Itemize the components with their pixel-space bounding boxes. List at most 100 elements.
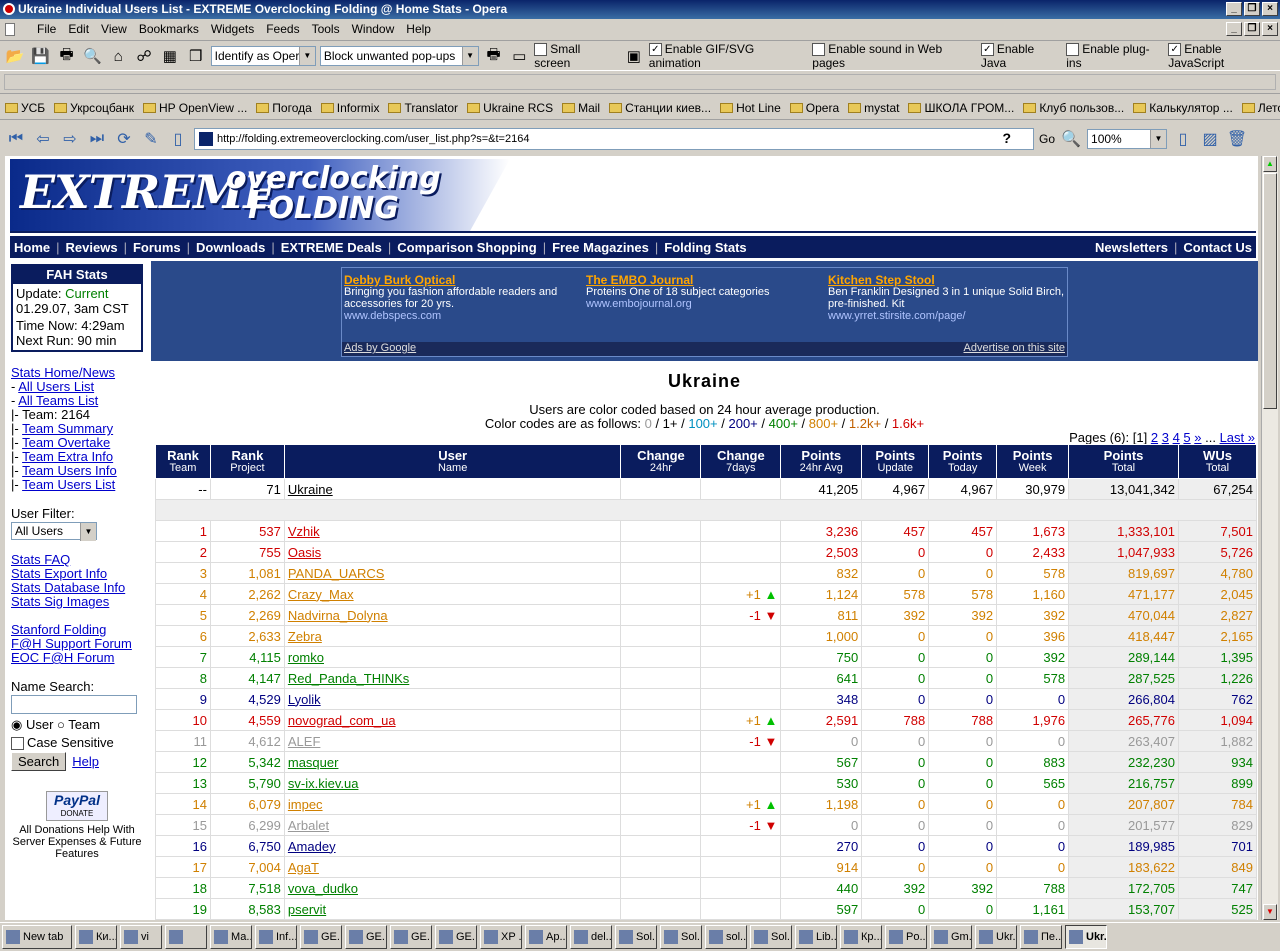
user-name-cell[interactable]: Nadvirna_Dolyna xyxy=(283,604,622,626)
user-name-link[interactable]: sv-ix.kiev.ua xyxy=(288,776,359,791)
gif-option[interactable]: ✓ Enable GIF/SVG animation xyxy=(648,42,808,70)
user-filter-select[interactable]: All Users ▼ xyxy=(11,522,97,541)
user-name-link[interactable]: Oasis xyxy=(288,545,321,560)
user-name-link[interactable]: pservit xyxy=(288,902,326,917)
sidebar-link[interactable]: Team Summary xyxy=(22,421,113,436)
bookmark-item[interactable]: mystat xyxy=(848,101,899,115)
site-nav-newsletters[interactable]: Newsletters xyxy=(1095,240,1168,255)
user-name-link[interactable]: Arbalet xyxy=(288,818,329,833)
scroll-thumb[interactable] xyxy=(1263,173,1277,409)
bookmark-item[interactable]: Укрсоцбанк xyxy=(54,101,134,115)
user-name-cell[interactable]: Red_Panda_THINKs xyxy=(283,667,622,689)
hotlist-icon[interactable]: ☍ xyxy=(133,45,155,67)
column-header[interactable]: Points Total xyxy=(1068,444,1179,479)
ad-url[interactable]: www.yrret.stirsite.com/page/ xyxy=(828,310,1066,322)
mdi-minimize-button[interactable]: _ xyxy=(1226,22,1242,36)
user-name-cell[interactable]: Zebra xyxy=(283,625,622,647)
user-name-link[interactable]: novograd_com_ua xyxy=(288,713,396,728)
page-link[interactable]: 2 xyxy=(1151,430,1158,445)
help-link[interactable]: Help xyxy=(72,754,99,769)
column-header[interactable]: Points Today xyxy=(928,444,998,479)
bookmark-item[interactable]: Informix xyxy=(320,101,379,115)
user-name-link[interactable]: ALEF xyxy=(288,734,321,749)
gif-checkbox[interactable]: ✓ xyxy=(648,43,662,57)
go-button[interactable]: Go xyxy=(1039,132,1055,146)
page-link[interactable]: 3 xyxy=(1162,430,1169,445)
user-name-cell[interactable]: novograd_com_ua xyxy=(283,709,622,731)
name-search-input[interactable] xyxy=(11,695,137,714)
taskbar-tab[interactable]: Ukr... xyxy=(975,925,1017,949)
column-header[interactable]: User Name xyxy=(283,444,622,479)
popup-select[interactable]: Block unwanted pop-ups ▼ xyxy=(319,46,479,66)
taskbar-tab[interactable]: Ap... xyxy=(525,925,567,949)
menu-tools[interactable]: Tools xyxy=(306,22,346,36)
column-header[interactable]: Points 24hr Avg xyxy=(780,444,863,479)
column-header[interactable]: Rank Project xyxy=(209,444,285,479)
small-screen-checkbox[interactable] xyxy=(534,43,548,57)
plugins-option[interactable]: Enable plug-ins xyxy=(1066,42,1164,70)
close-button[interactable]: × xyxy=(1262,2,1278,16)
bookmark-item[interactable]: Opera xyxy=(789,101,839,115)
bookmark-item[interactable]: Погода xyxy=(256,101,312,115)
sidebar-link[interactable]: F@H Support Forum xyxy=(11,636,132,651)
search-button[interactable]: Search xyxy=(11,752,67,772)
menu-edit[interactable]: Edit xyxy=(62,22,95,36)
note-icon[interactable]: ▯ xyxy=(167,128,189,150)
reload-icon[interactable]: ⟳ xyxy=(113,128,135,150)
paypal-donate-button[interactable]: PayPal DONATE xyxy=(46,791,108,822)
site-nav-reviews[interactable]: Reviews xyxy=(66,240,118,255)
zoom-select[interactable]: 100% ▼ xyxy=(1087,129,1168,149)
taskbar-tab[interactable]: GE... xyxy=(390,925,432,949)
vertical-scrollbar[interactable]: ▲ ▼ xyxy=(1261,156,1278,920)
taskbar-tab[interactable]: XP ... xyxy=(480,925,522,949)
user-name-cell[interactable]: Arbalet xyxy=(283,814,622,836)
sidebar-link[interactable]: Stats Sig Images xyxy=(11,594,109,609)
column-header[interactable]: Points Update xyxy=(861,444,930,479)
site-nav-free-magazines[interactable]: Free Magazines xyxy=(552,240,649,255)
ad-2[interactable]: The EMBO Journal Proteins One of 18 subje… xyxy=(586,274,816,310)
bookmark-item[interactable]: Калькулятор ... xyxy=(1133,101,1233,115)
javascript-checkbox[interactable]: ✓ xyxy=(1168,43,1182,57)
ad-1[interactable]: Debby Burk Optical Bringing you fashion a… xyxy=(344,274,574,322)
bookmark-item[interactable]: Станции киев... xyxy=(609,101,711,115)
menu-file[interactable]: File xyxy=(31,22,62,36)
user-name-cell[interactable]: Oasis xyxy=(283,541,622,563)
minimize-button[interactable]: _ xyxy=(1226,2,1242,16)
ads-by-google-link[interactable]: Ads by Google xyxy=(344,342,416,356)
menu-help[interactable]: Help xyxy=(400,22,437,36)
sidebar-link[interactable]: Team Users Info xyxy=(22,463,117,478)
site-nav-extreme-deals[interactable]: EXTREME Deals xyxy=(281,240,382,255)
team-name-link[interactable]: Ukraine xyxy=(283,478,622,500)
site-logo[interactable]: EXTREME overclocking FOLDING xyxy=(10,159,510,231)
print-icon[interactable]: 🖶 xyxy=(56,45,78,67)
user-name-link[interactable]: romko xyxy=(288,650,324,665)
user-name-cell[interactable]: sv-ix.kiev.ua xyxy=(283,772,622,794)
scroll-up-icon[interactable]: ▲ xyxy=(1263,156,1277,172)
taskbar-tab[interactable]: GE... xyxy=(345,925,387,949)
user-name-link[interactable]: Nadvirna_Dolyna xyxy=(288,608,388,623)
images-icon[interactable]: ▣ xyxy=(623,45,645,67)
home-icon[interactable]: ⌂ xyxy=(107,45,129,67)
page-icon[interactable]: ▭ xyxy=(508,45,530,67)
user-name-link[interactable]: Vzhik xyxy=(288,524,320,539)
site-nav-contact-us[interactable]: Contact Us xyxy=(1183,240,1252,255)
user-name-cell[interactable]: AgaT xyxy=(283,856,622,878)
fast-forward-icon[interactable]: ⏭ xyxy=(86,128,108,150)
tile-icon[interactable]: ▦ xyxy=(159,45,181,67)
java-checkbox[interactable]: ✓ xyxy=(980,43,994,57)
taskbar-tab[interactable]: vi xyxy=(120,925,162,949)
images-toggle-icon[interactable]: ▨ xyxy=(1199,128,1221,150)
sidebar-link[interactable]: Stats Database Info xyxy=(11,580,125,595)
ad-title[interactable]: The EMBO Journal xyxy=(586,274,816,286)
find-icon[interactable]: 🔍 xyxy=(81,45,103,67)
taskbar-tab[interactable]: Gm... xyxy=(930,925,972,949)
user-name-link[interactable]: vova_dudko xyxy=(288,881,358,896)
taskbar-tab[interactable]: Кр... xyxy=(840,925,882,949)
user-name-link[interactable]: Zebra xyxy=(288,629,322,644)
user-name-link[interactable]: Red_Panda_THINKs xyxy=(288,671,409,686)
sidebar-link[interactable]: Stats FAQ xyxy=(11,552,70,567)
sound-option[interactable]: Enable sound in Web pages xyxy=(812,42,977,70)
bookmark-item[interactable]: HP OpenView ... xyxy=(143,101,247,115)
user-name-cell[interactable]: impec xyxy=(283,793,622,815)
user-name-cell[interactable]: vova_dudko xyxy=(283,877,622,899)
